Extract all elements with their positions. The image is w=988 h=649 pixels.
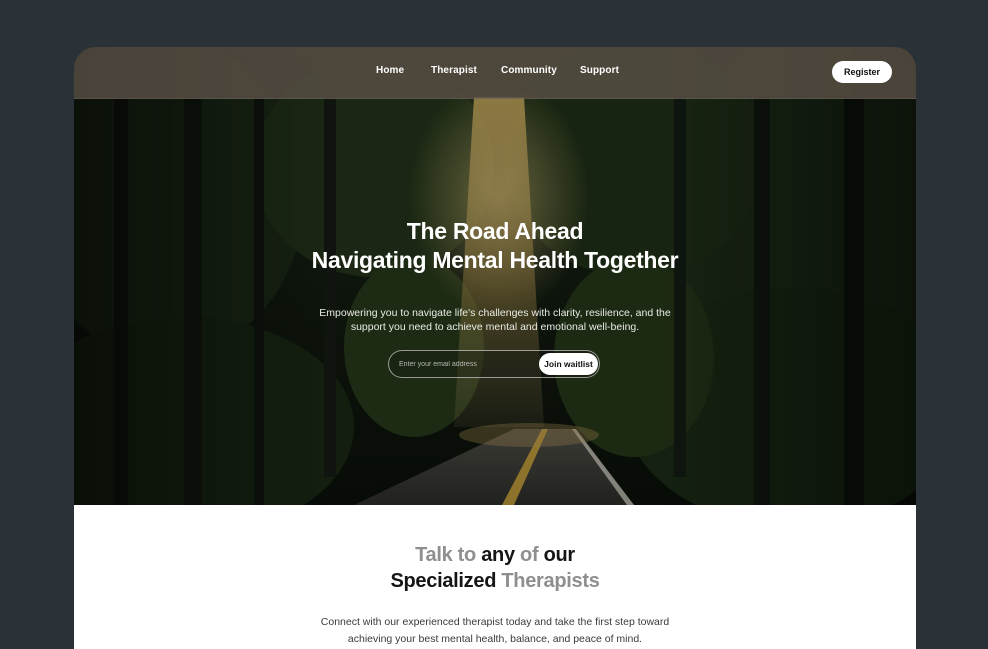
forest-road-image (74, 47, 916, 505)
browser-frame: Home Therapist Community Support Registe… (74, 47, 916, 649)
nav-support[interactable]: Support (580, 65, 619, 76)
title-word: Talk to (415, 544, 476, 566)
nav-therapist[interactable]: Therapist (431, 65, 477, 76)
nav-home[interactable]: Home (376, 65, 404, 76)
section-body-line1: Connect with our experienced therapist t… (320, 616, 670, 628)
nav-community[interactable]: Community (501, 65, 557, 76)
section-body-line2: achieving your best mental health, balan… (347, 633, 643, 645)
section-description: Connect with our experienced therapist t… (74, 614, 916, 648)
title-word: our (543, 544, 576, 566)
waitlist-form: Join waitlist (388, 350, 600, 378)
hero-subtitle-line2: support you need to achieve mental and e… (350, 321, 640, 333)
hero-title-line1: The Road Ahead (406, 218, 584, 244)
therapists-section: Talk to any of our Specialized Therapist… (74, 505, 916, 649)
hero-subtitle: Empowering you to navigate life's challe… (74, 306, 916, 334)
title-word: Specialized (390, 570, 497, 592)
title-word: Therapists (501, 570, 600, 592)
nav-links: Home Therapist Community Support Registe… (74, 47, 916, 98)
hero-subtitle-line1: Empowering you to navigate life's challe… (319, 307, 671, 319)
section-title: Talk to any of our Specialized Therapist… (74, 542, 916, 594)
hero-title-line2: Navigating Mental Health Together (311, 247, 679, 273)
join-waitlist-button[interactable]: Join waitlist (539, 353, 598, 375)
email-input[interactable] (399, 357, 529, 371)
hero-title: The Road Ahead Navigating Mental Health … (74, 217, 916, 275)
hero-section: Home Therapist Community Support Registe… (74, 47, 916, 505)
title-word: any (481, 544, 515, 566)
register-button[interactable]: Register (832, 61, 892, 83)
title-word: of (520, 544, 539, 566)
